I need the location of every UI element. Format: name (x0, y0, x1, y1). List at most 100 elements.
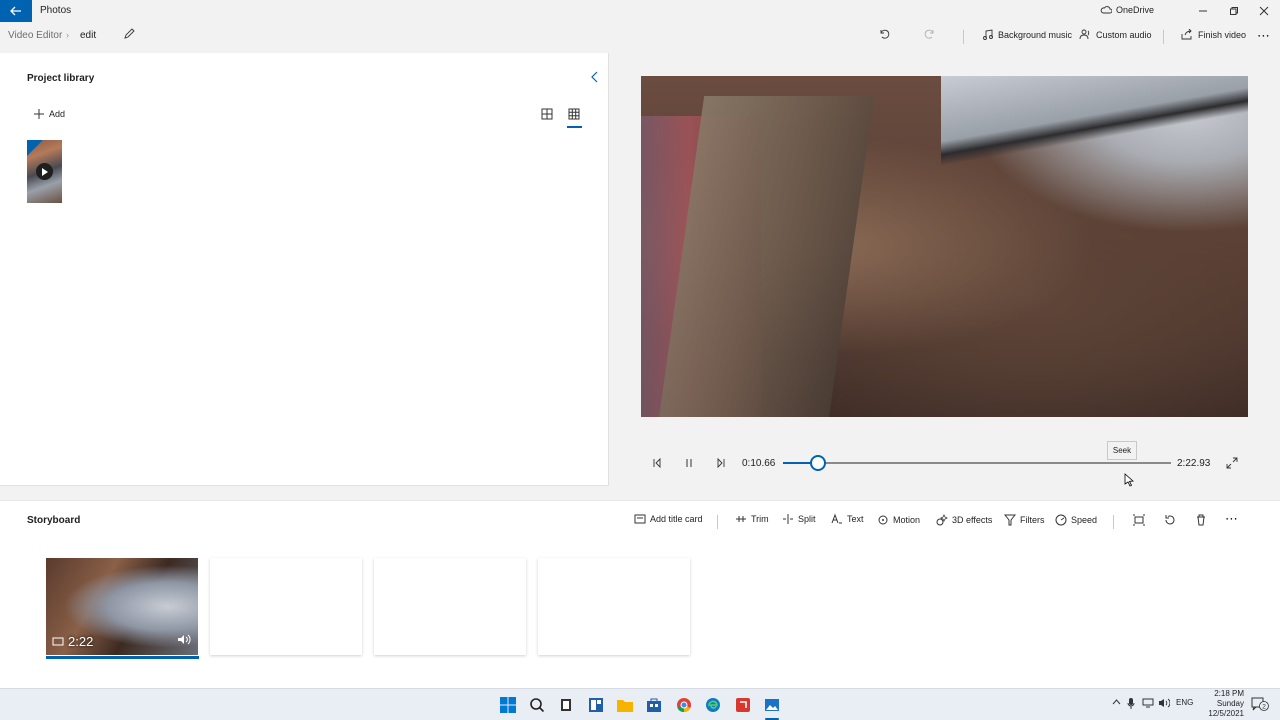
more-options-button[interactable]: ⋯ (1257, 28, 1270, 44)
start-button[interactable] (498, 695, 518, 715)
grid-large-icon (541, 108, 553, 120)
clock[interactable]: 2:18 PM Sunday 12/5/2021 (1196, 689, 1244, 719)
storyboard-more-button[interactable]: ⋯ (1225, 511, 1238, 527)
breadcrumb-video-editor[interactable]: Video Editor (8, 30, 62, 41)
person-audio-icon (1079, 29, 1090, 40)
cloud-icon (1100, 6, 1112, 14)
motion-button[interactable]: Motion (877, 514, 920, 526)
small-grid-view-button[interactable] (568, 108, 580, 123)
minimize-button[interactable] (1187, 0, 1219, 22)
split-icon (783, 514, 793, 524)
filters-button[interactable]: Filters (1004, 514, 1045, 526)
text-label: Text (847, 514, 864, 524)
3d-effects-button[interactable]: 3D effects (936, 514, 992, 526)
onedrive-status[interactable]: OneDrive (1100, 5, 1154, 15)
redo-button[interactable] (924, 28, 936, 40)
fullscreen-button[interactable] (1226, 457, 1238, 472)
collapse-library-button[interactable] (590, 71, 600, 86)
seek-slider[interactable] (783, 455, 1171, 471)
app-button[interactable] (733, 695, 753, 715)
finish-video-button[interactable]: Finish video (1181, 29, 1246, 40)
restore-icon (1230, 7, 1238, 15)
chevron-left-icon (591, 71, 598, 83)
notification-icon: 2 (1251, 697, 1269, 711)
volume-icon (1159, 698, 1171, 708)
video-preview[interactable] (641, 76, 1248, 417)
command-bar: Video Editor › edit Background music Cus… (0, 22, 1280, 52)
resize-icon (1133, 514, 1145, 526)
previous-frame-button[interactable] (652, 457, 662, 472)
background-music-button[interactable]: Background music (982, 29, 1072, 40)
empty-clip-slot (538, 558, 690, 655)
chrome-button[interactable] (674, 695, 694, 715)
text-button[interactable]: Text (831, 514, 864, 524)
add-title-card-button[interactable]: Add title card (634, 514, 703, 524)
clock-date: 12/5/2021 (1208, 709, 1244, 718)
edge-button[interactable] (703, 695, 723, 715)
photos-button[interactable] (762, 695, 782, 715)
restore-button[interactable] (1218, 0, 1250, 22)
sparkle-3d-icon (936, 514, 948, 526)
share-export-icon (1181, 29, 1192, 40)
delete-button[interactable] (1195, 514, 1207, 526)
title-card-icon (634, 514, 646, 524)
store-bag-icon (647, 698, 661, 712)
undo-button[interactable] (878, 28, 890, 40)
clock-time: 2:18 PM (1214, 689, 1244, 698)
rotate-button[interactable] (1164, 514, 1176, 526)
seek-thumb[interactable] (809, 455, 826, 471)
custom-audio-button[interactable]: Custom audio (1079, 29, 1152, 40)
trim-icon (736, 516, 746, 522)
expand-icon (1226, 457, 1238, 469)
pause-button[interactable] (684, 457, 694, 472)
empty-clip-slot (210, 558, 362, 655)
task-view-button[interactable] (556, 695, 576, 715)
language-indicator[interactable]: ENG (1176, 698, 1193, 707)
resize-button[interactable] (1133, 514, 1145, 526)
folder-icon (617, 700, 633, 712)
library-video-thumbnail[interactable] (27, 140, 62, 203)
storyboard-clip[interactable]: 2:22 (46, 558, 198, 655)
pencil-icon (124, 28, 135, 39)
project-library-title: Project library (27, 73, 95, 84)
widgets-icon (589, 698, 603, 712)
edge-icon (706, 698, 720, 712)
clip-volume-button[interactable] (177, 634, 191, 648)
volume-status[interactable] (1158, 698, 1171, 710)
speed-button[interactable]: Speed (1055, 514, 1097, 526)
store-button[interactable] (644, 695, 664, 715)
selected-corner-marker (27, 140, 43, 156)
split-button[interactable]: Split (782, 514, 816, 524)
file-explorer-button[interactable] (615, 695, 635, 715)
next-frame-button[interactable] (716, 457, 726, 472)
rename-button[interactable] (123, 28, 135, 43)
widgets-button[interactable] (586, 695, 606, 715)
large-grid-view-button[interactable] (541, 108, 553, 123)
show-hidden-icons-button[interactable] (1112, 698, 1121, 707)
custom-audio-label: Custom audio (1096, 29, 1152, 40)
breadcrumb-current: edit (80, 30, 97, 41)
network-icon (1142, 698, 1154, 708)
trim-label: Trim (751, 514, 769, 524)
play-icon (36, 163, 53, 180)
plus-icon (34, 109, 44, 119)
toolbar-divider (963, 30, 964, 44)
search-button[interactable] (527, 695, 547, 715)
storyboard-divider (1113, 515, 1114, 529)
video-frame-shape (941, 76, 1248, 186)
notification-center-button[interactable]: 2 (1251, 697, 1269, 714)
more-icon: ⋯ (1257, 28, 1270, 43)
microphone-status[interactable] (1127, 698, 1135, 711)
back-button[interactable] (0, 0, 32, 22)
trim-button[interactable]: Trim (735, 514, 769, 524)
storyboard-panel: Storyboard Add title card Trim Split Tex… (0, 500, 1280, 688)
add-media-button[interactable]: Add (34, 109, 65, 119)
taskbar: ENG 2:18 PM Sunday 12/5/2021 2 (0, 688, 1280, 720)
storyboard-title: Storyboard (27, 515, 81, 526)
network-status[interactable] (1142, 698, 1154, 710)
close-button[interactable] (1248, 0, 1280, 22)
project-library-panel: Project library Add (0, 53, 609, 486)
close-icon (1259, 6, 1269, 16)
rotate-icon (1165, 515, 1175, 525)
pause-icon (686, 459, 692, 467)
